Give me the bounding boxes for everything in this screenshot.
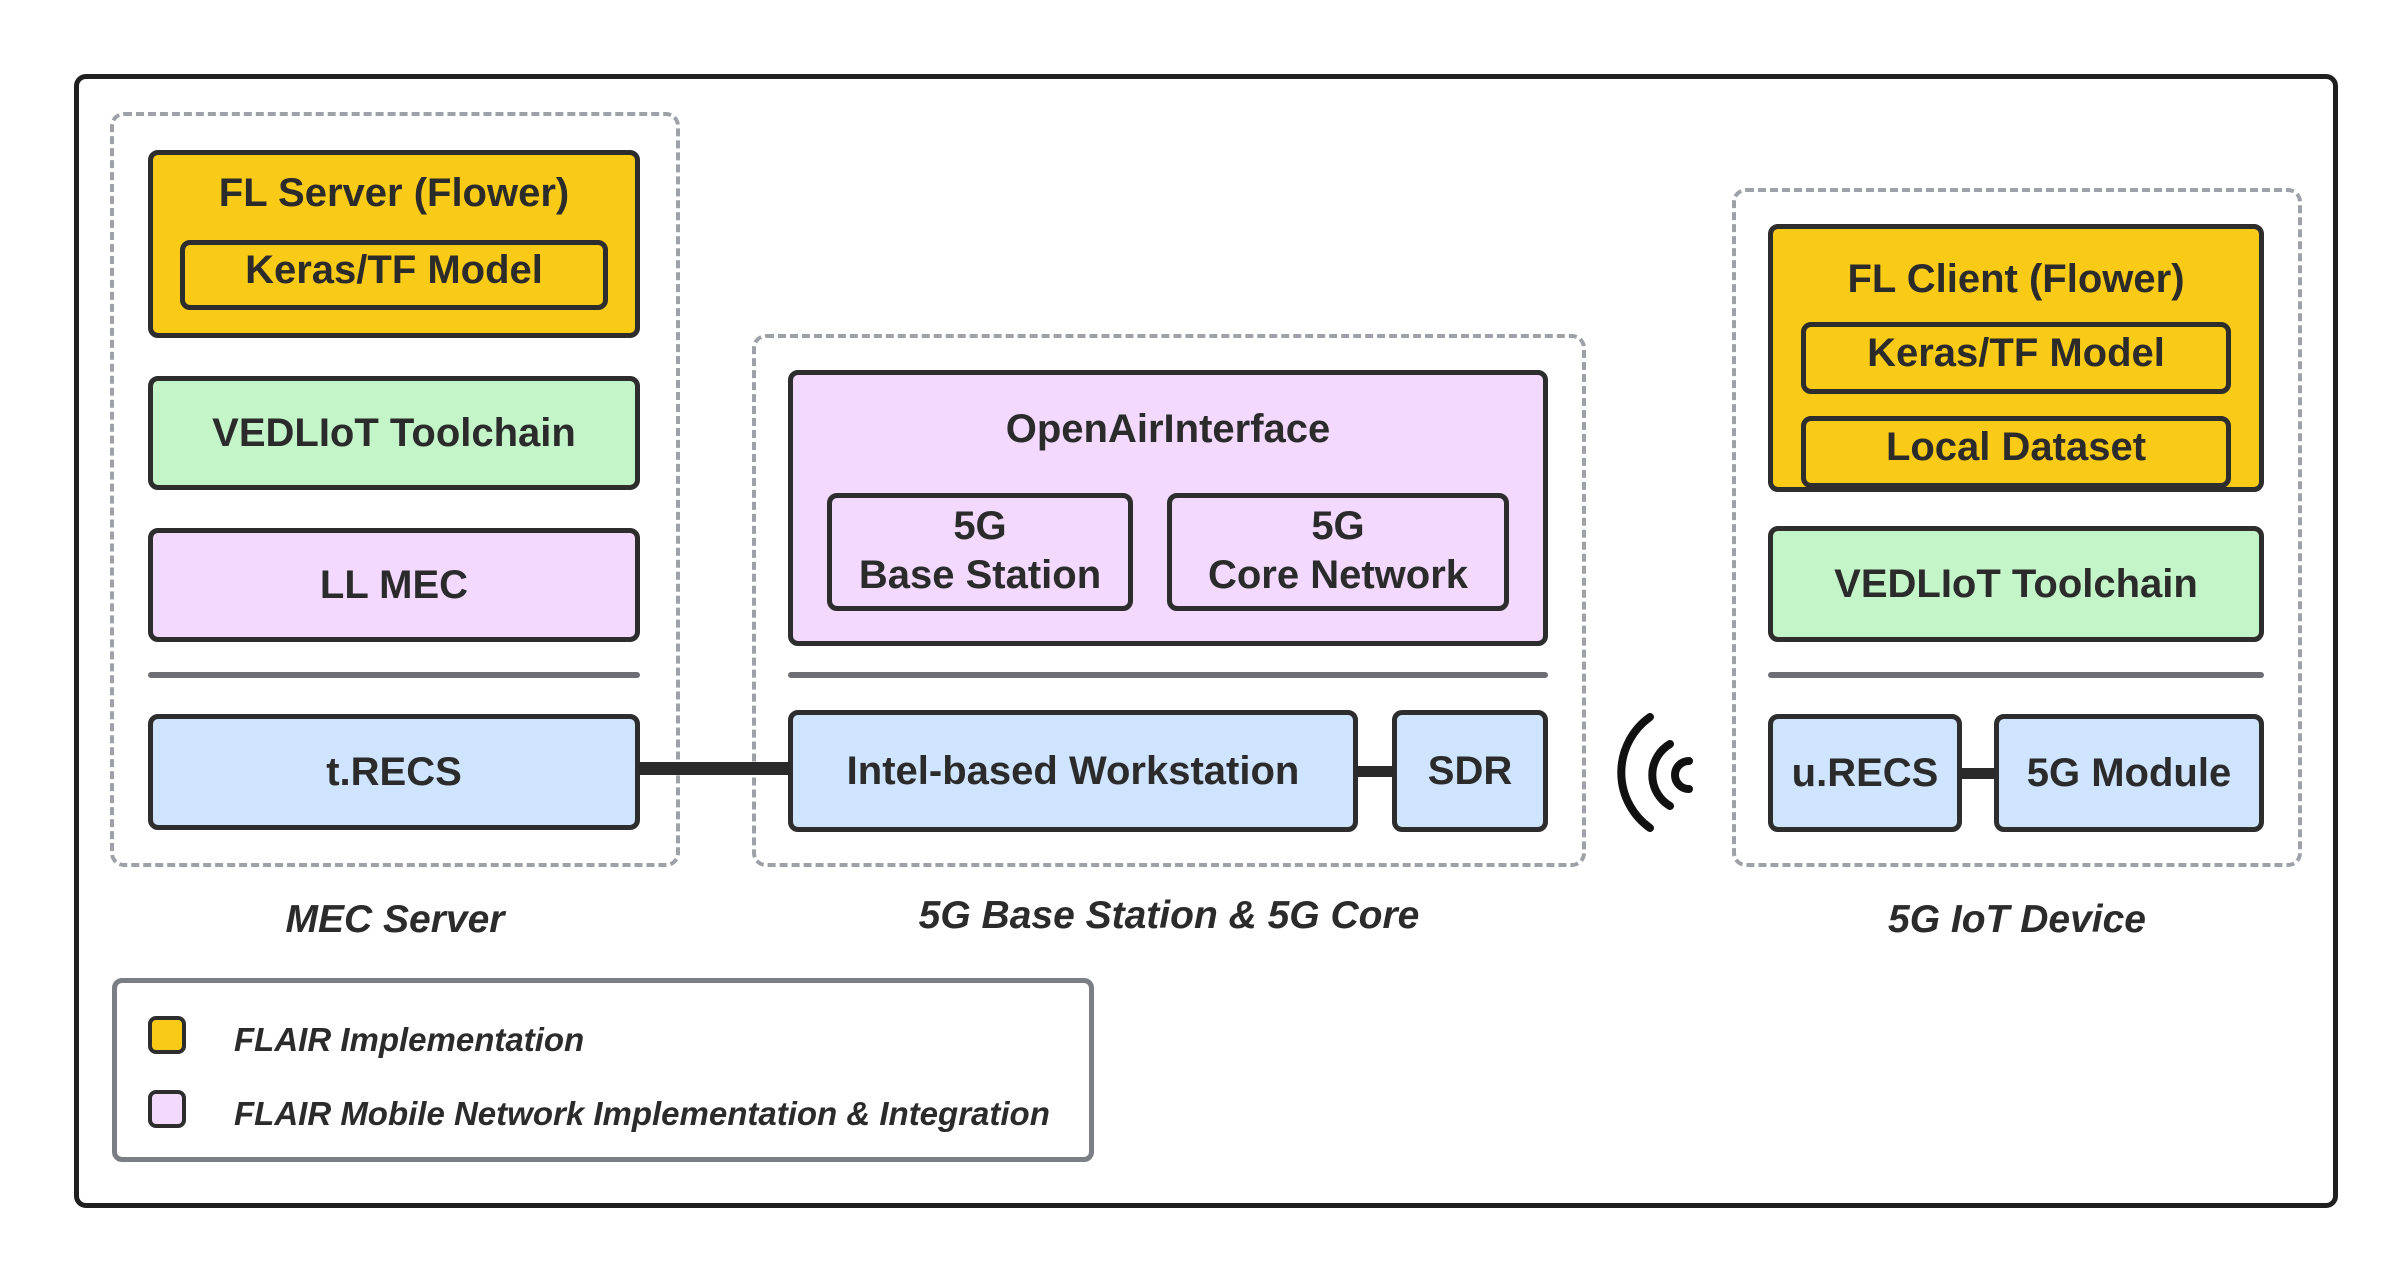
5g-module-box: 5G Module [1994, 714, 2264, 832]
openairinterface-box: OpenAirInterface 5G Base Station 5G Core… [788, 370, 1548, 646]
sdr-box: SDR [1392, 710, 1548, 832]
iot-toolchain-box: VEDLIoT Toolchain [1768, 526, 2264, 642]
urecs-label: u.RECS [1791, 750, 1939, 795]
iot-toolchain-label: VEDLIoT Toolchain [1834, 561, 2198, 606]
local-dataset-box: Local Dataset [1801, 415, 2231, 488]
workstation-sdr-link [1356, 766, 1394, 777]
fl-server-label: FL Server (Flower) [218, 171, 570, 215]
mec-model-box: Keras/TF Model [180, 239, 608, 310]
iot-model-label: Keras/TF Model [1867, 330, 2165, 375]
5g-core-network-box: 5G Core Network [1167, 493, 1509, 611]
5g-base-station-box: 5G Base Station [827, 493, 1133, 611]
mec-divider [148, 672, 640, 678]
urecs-module-link [1960, 768, 1996, 779]
sdr-label: SDR [1427, 748, 1513, 793]
base-station-divider [788, 672, 1548, 678]
openairinterface-label: OpenAirInterface [1005, 407, 1331, 451]
iot-divider [1768, 672, 2264, 678]
fl-client-box: FL Client (Flower) Keras/TF Model Local … [1768, 224, 2264, 492]
legend-label-flair: FLAIR Implementation [234, 1021, 585, 1058]
base-station-line1: 5G [953, 504, 1007, 548]
mec-toolchain-label: VEDLIoT Toolchain [212, 410, 576, 455]
core-network-line1: 5G [1311, 504, 1365, 548]
wireless-signal-icon [1617, 713, 1693, 832]
ll-mec-box: LL MEC [148, 528, 640, 642]
legend-swatch-flair [148, 1016, 186, 1054]
workstation-label: Intel-based Workstation [846, 748, 1300, 793]
trecs-box: t.RECS [148, 714, 640, 830]
trecs-workstation-link [638, 762, 790, 775]
urecs-box: u.RECS [1768, 714, 1962, 832]
core-network-line2: Core Network [1207, 552, 1469, 597]
mec-server-caption: MEC Server [285, 898, 505, 941]
legend-label-mobile-network: FLAIR Mobile Network Implementation & In… [234, 1095, 1050, 1132]
iot-model-box: Keras/TF Model [1801, 321, 2231, 394]
mec-model-label: Keras/TF Model [245, 247, 543, 292]
base-station-line2: Base Station [858, 552, 1102, 597]
mec-toolchain-box: VEDLIoT Toolchain [148, 376, 640, 490]
workstation-box: Intel-based Workstation [788, 710, 1358, 832]
local-dataset-label: Local Dataset [1885, 424, 2147, 469]
base-station-caption: 5G Base Station & 5G Core [918, 894, 1420, 937]
legend-swatch-mobile-network [148, 1090, 186, 1128]
ll-mec-label: LL MEC [319, 562, 469, 607]
fl-client-label: FL Client (Flower) [1847, 257, 2185, 301]
trecs-label: t.RECS [326, 749, 462, 794]
fl-server-box: FL Server (Flower) Keras/TF Model [148, 150, 640, 338]
iot-device-caption: 5G IoT Device [1888, 898, 2146, 941]
legend [112, 978, 1094, 1162]
5g-module-label: 5G Module [2026, 750, 2232, 795]
